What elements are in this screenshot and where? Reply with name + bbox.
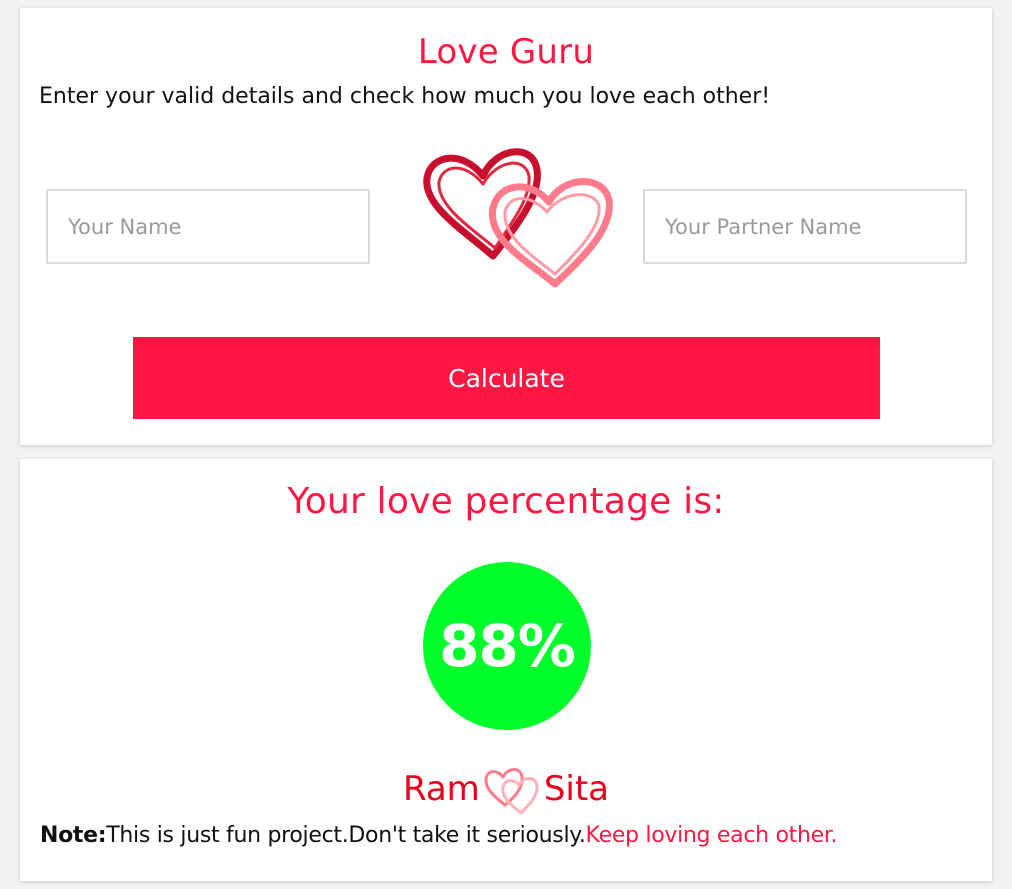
result-heading: Your love percentage is: bbox=[287, 481, 725, 522]
percentage-value: 88% bbox=[439, 612, 576, 680]
couple-names: Ram Sita bbox=[20, 763, 992, 815]
disclaimer-note: Note:This is just fun project.Don't take… bbox=[40, 823, 838, 848]
your-name-input[interactable] bbox=[46, 189, 370, 264]
note-label: Note: bbox=[40, 823, 107, 848]
result-card: Your love percentage is: 88% Ram Sita No… bbox=[20, 459, 992, 881]
calculator-card: Love Guru Enter your valid details and c… bbox=[20, 8, 992, 445]
name-a: Ram bbox=[402, 769, 480, 809]
double-hearts-icon bbox=[423, 148, 613, 288]
partner-name-input[interactable] bbox=[643, 189, 967, 264]
note-highlight: Keep loving each other. bbox=[585, 823, 838, 848]
app-subtitle: Enter your valid details and check how m… bbox=[39, 84, 771, 109]
hearts-icon bbox=[484, 768, 539, 815]
calculate-button[interactable]: Calculate bbox=[133, 337, 880, 419]
percentage-circle: 88% bbox=[423, 562, 591, 730]
app-title: Love Guru bbox=[417, 32, 595, 72]
note-text: This is just fun project.Don't take it s… bbox=[106, 823, 586, 848]
name-b: Sita bbox=[543, 769, 610, 809]
